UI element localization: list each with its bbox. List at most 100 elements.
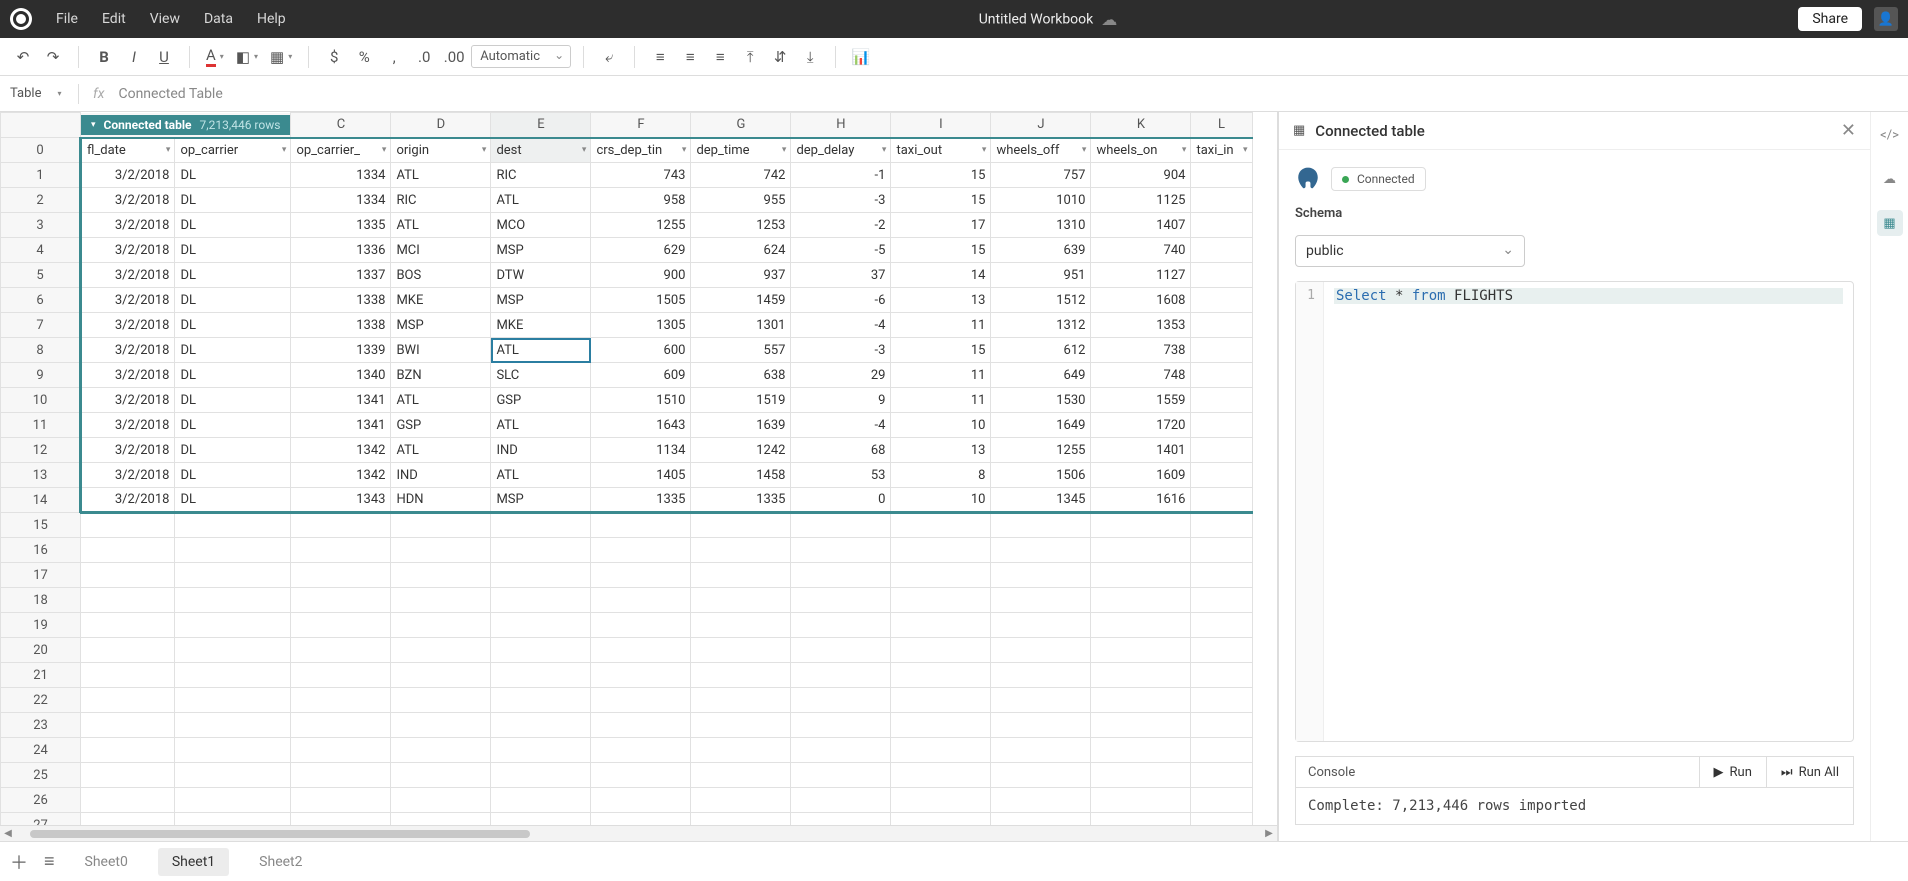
cell[interactable] xyxy=(491,813,591,826)
cell[interactable] xyxy=(891,688,991,713)
cell[interactable]: MKE xyxy=(491,313,591,338)
cell[interactable]: DL xyxy=(175,388,291,413)
sheet-tab-2[interactable]: Sheet2 xyxy=(245,848,316,876)
cell[interactable] xyxy=(391,588,491,613)
close-panel-button[interactable]: ✕ xyxy=(1841,120,1856,141)
cell[interactable]: 1608 xyxy=(1091,288,1191,313)
cell[interactable]: IND xyxy=(491,438,591,463)
cell[interactable]: 3/2/2018 xyxy=(81,163,175,188)
cell[interactable]: ATL xyxy=(391,388,491,413)
cell[interactable]: DTW xyxy=(491,263,591,288)
cell[interactable] xyxy=(1091,538,1191,563)
cell[interactable]: 1134 xyxy=(591,438,691,463)
cell[interactable]: ATL xyxy=(391,213,491,238)
cell[interactable] xyxy=(1091,738,1191,763)
cell[interactable] xyxy=(391,763,491,788)
cell[interactable] xyxy=(1191,238,1252,263)
filter-dropdown-icon[interactable]: ▾ xyxy=(582,145,587,155)
text-color-button[interactable]: A▾ xyxy=(202,44,228,70)
cell[interactable] xyxy=(491,613,591,638)
cell[interactable]: 14 xyxy=(891,263,991,288)
cell[interactable]: 3/2/2018 xyxy=(81,388,175,413)
cell[interactable]: ATL xyxy=(491,338,591,363)
cell[interactable]: 3/2/2018 xyxy=(81,463,175,488)
cell[interactable] xyxy=(891,513,991,538)
cell[interactable]: 1643 xyxy=(591,413,691,438)
cell[interactable]: MSP xyxy=(391,313,491,338)
cell[interactable]: 1519 xyxy=(691,388,791,413)
cell[interactable]: -5 xyxy=(791,238,891,263)
cell[interactable] xyxy=(81,663,175,688)
cell[interactable] xyxy=(175,713,291,738)
cell[interactable]: 1337 xyxy=(291,263,391,288)
horizontal-scrollbar[interactable]: ◀ ▶ xyxy=(0,825,1277,841)
field-header-wheels_off[interactable]: wheels_off▾ xyxy=(991,138,1091,163)
cell[interactable] xyxy=(891,588,991,613)
schema-select[interactable]: public xyxy=(1295,235,1525,267)
cell[interactable] xyxy=(991,613,1091,638)
cell[interactable] xyxy=(691,813,791,826)
cell[interactable]: MCI xyxy=(391,238,491,263)
cell[interactable] xyxy=(991,538,1091,563)
row-header[interactable]: 23 xyxy=(1,713,81,738)
cell[interactable] xyxy=(1191,738,1252,763)
cell[interactable] xyxy=(1091,588,1191,613)
cell[interactable]: 1343 xyxy=(291,488,391,513)
cell[interactable] xyxy=(291,588,391,613)
align-right-button[interactable]: ≡ xyxy=(707,44,733,70)
cell[interactable]: 3/2/2018 xyxy=(81,313,175,338)
align-center-button[interactable]: ≡ xyxy=(677,44,703,70)
cell[interactable]: MCO xyxy=(491,213,591,238)
cell[interactable]: DL xyxy=(175,213,291,238)
cell[interactable]: 638 xyxy=(691,363,791,388)
cell[interactable] xyxy=(175,763,291,788)
cell[interactable] xyxy=(791,538,891,563)
cell[interactable] xyxy=(291,563,391,588)
filter-dropdown-icon[interactable]: ▾ xyxy=(166,145,171,155)
cell[interactable] xyxy=(291,813,391,826)
cell[interactable]: 3/2/2018 xyxy=(81,413,175,438)
cell[interactable]: 1720 xyxy=(1091,413,1191,438)
code-panel-icon[interactable]: </> xyxy=(1877,122,1903,148)
cell[interactable] xyxy=(291,638,391,663)
cell[interactable] xyxy=(591,788,691,813)
cell[interactable]: 557 xyxy=(691,338,791,363)
select-all-corner[interactable] xyxy=(1,113,81,138)
cell[interactable]: MSP xyxy=(491,238,591,263)
cell[interactable] xyxy=(175,563,291,588)
cell[interactable]: 609 xyxy=(591,363,691,388)
cell[interactable]: 1510 xyxy=(591,388,691,413)
cell[interactable] xyxy=(81,563,175,588)
cell[interactable] xyxy=(691,763,791,788)
cell[interactable]: 1335 xyxy=(691,488,791,513)
cell[interactable]: 15 xyxy=(891,338,991,363)
cell[interactable]: DL xyxy=(175,463,291,488)
run-all-button[interactable]: ⏭ Run All xyxy=(1766,757,1853,787)
filter-dropdown-icon[interactable]: ▾ xyxy=(982,145,987,155)
cell[interactable]: BZN xyxy=(391,363,491,388)
cell[interactable]: 3/2/2018 xyxy=(81,288,175,313)
filter-dropdown-icon[interactable]: ▾ xyxy=(782,145,787,155)
cell[interactable] xyxy=(81,738,175,763)
cell[interactable]: 1312 xyxy=(991,313,1091,338)
cell[interactable] xyxy=(891,538,991,563)
cell[interactable] xyxy=(1191,388,1252,413)
cell[interactable]: GSP xyxy=(391,413,491,438)
cell[interactable] xyxy=(391,538,491,563)
row-header[interactable]: 27 xyxy=(1,813,81,826)
cell[interactable] xyxy=(1191,313,1252,338)
cell[interactable] xyxy=(991,588,1091,613)
cell[interactable] xyxy=(391,738,491,763)
cell[interactable] xyxy=(1191,363,1252,388)
cell[interactable]: 11 xyxy=(891,363,991,388)
cell[interactable]: 937 xyxy=(691,263,791,288)
cell[interactable] xyxy=(291,738,391,763)
cell[interactable] xyxy=(175,513,291,538)
cell[interactable]: ATL xyxy=(391,163,491,188)
cell[interactable]: 1255 xyxy=(991,438,1091,463)
row-header[interactable]: 10 xyxy=(1,388,81,413)
cell[interactable]: MKE xyxy=(391,288,491,313)
cell[interactable] xyxy=(1191,563,1252,588)
cell[interactable] xyxy=(891,813,991,826)
cell[interactable]: 11 xyxy=(891,388,991,413)
